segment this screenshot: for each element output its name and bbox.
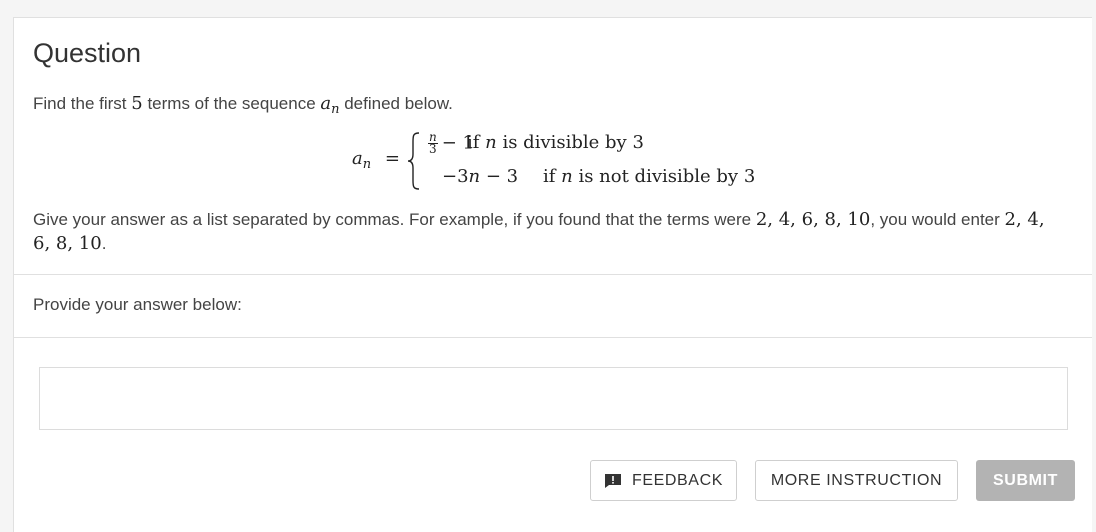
intro-middle: terms of the sequence [142,94,321,113]
question-title: Question [33,38,142,68]
case-1-condition: if n is divisible by 3 [467,132,644,153]
cond-if: if [543,166,562,187]
feedback-button[interactable]: FEEDBACK [590,460,737,501]
lhs-sub: n [362,157,372,172]
case-2-var: n [468,166,481,187]
intro-prefix: Find the first [33,94,132,113]
fraction: n3 [428,131,438,156]
instr-after: . [101,234,107,253]
brace-icon [408,132,420,190]
fraction-denominator: 3 [429,142,437,156]
more-instruction-button[interactable]: MORE INSTRUCTION [755,460,958,501]
formula-lhs: an = [352,148,400,172]
more-instruction-label: MORE INSTRUCTION [770,471,943,489]
divider [14,274,1092,275]
feedback-icon [604,473,621,488]
cond-var: n [561,166,573,187]
question-card: Question Find the first 5 terms of the s… [13,17,1092,532]
cond-if: if [467,132,486,153]
instr-before: Give your answer as a list separated by … [33,210,756,229]
intro-suffix: defined below. [339,94,453,113]
case-2-post: − 3 [480,166,519,187]
example-list-1: 2, 4, 6, 8, 10 [755,209,871,230]
answer-input[interactable] [39,367,1068,430]
case-2-expression: −3n − 3 [442,166,518,187]
answer-label: Provide your answer below: [33,295,242,314]
lhs-var: a [352,148,363,169]
feedback-label: FEEDBACK [631,471,724,489]
term-count: 5 [131,93,143,114]
case-2-pre: −3 [442,166,469,187]
sequence-symbol: a [320,93,332,114]
case-2-condition: if n is not divisible by 3 [543,166,755,187]
cond-var: n [485,132,497,153]
cond-rest: is not divisible by 3 [572,166,756,187]
cond-rest: is divisible by 3 [496,132,644,153]
submit-button[interactable]: SUBMIT [976,460,1075,501]
instr-middle: , you would enter [870,210,1005,229]
equals-sign: = [384,148,400,169]
answer-instructions: Give your answer as a list separated by … [33,208,1063,256]
question-intro: Find the first 5 terms of the sequence a… [33,93,453,117]
divider [14,337,1092,338]
submit-label: SUBMIT [993,471,1058,489]
